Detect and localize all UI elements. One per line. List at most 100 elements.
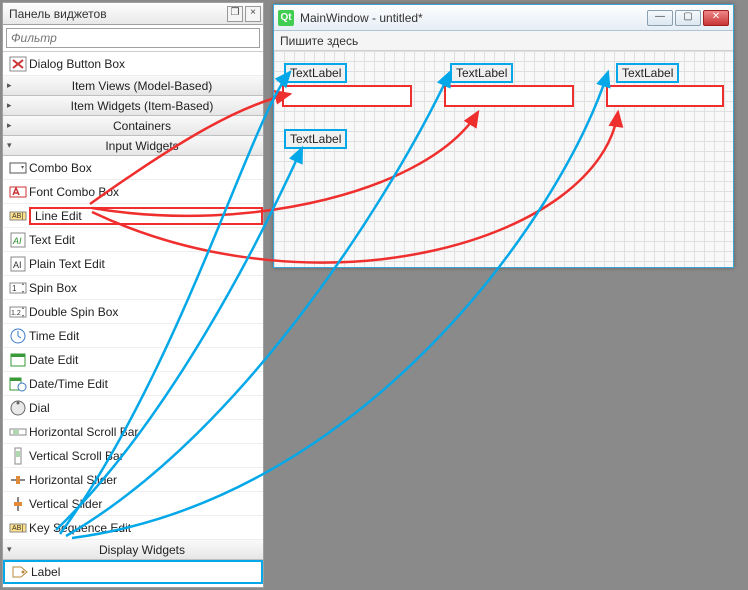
datetime-edit-icon [7,374,29,394]
plain-text-edit-icon: AI [7,254,29,274]
tree-item-label: Label [31,565,261,579]
tree-item-label: Time Edit [29,329,263,343]
chevron-down-icon: ▾ [7,544,21,555]
svg-text:AB|: AB| [12,213,23,220]
lineedit-1[interactable] [282,85,412,107]
tree-item-v-scroll-bar[interactable]: Vertical Scroll Bar [3,444,263,468]
text-browser-icon: AI [7,586,29,588]
qt-app-icon: Qt [278,10,294,26]
tree-item-label: Key Sequence Edit [29,521,263,535]
v-slider-icon [7,494,29,514]
combo-box-icon [7,158,29,178]
header-display-widgets[interactable]: ▾ Display Widgets [3,540,263,560]
tree-item-h-scroll-bar[interactable]: Horizontal Scroll Bar [3,420,263,444]
tree-item-datetime-edit[interactable]: Date/Time Edit [3,372,263,396]
tree-item-label: Date/Time Edit [29,377,263,391]
tree-item-key-sequence-edit[interactable]: AB| Key Sequence Edit [3,516,263,540]
svg-text:AB|: AB| [12,525,23,532]
main-window: Qt MainWindow - untitled* — ▢ ✕ Пишите з… [273,4,734,268]
menubar-hint: Пишите здесь [280,34,358,48]
tree-item-line-edit[interactable]: AB| Line Edit [3,204,263,228]
svg-text:AI: AI [12,236,22,246]
filter-input[interactable] [6,28,260,48]
key-sequence-edit-icon: AB| [7,518,29,538]
close-button[interactable]: ✕ [703,10,729,26]
minimize-button[interactable]: — [647,10,673,26]
tree-item-time-edit[interactable]: Time Edit [3,324,263,348]
tree-item-label: Line Edit [29,207,263,225]
tree-item-label: Vertical Slider [29,497,263,511]
font-combo-box-icon [7,182,29,202]
tree-item-font-combo-box[interactable]: Font Combo Box [3,180,263,204]
text-edit-icon: AI [7,230,29,250]
time-edit-icon [7,326,29,346]
chevron-right-icon: ▸ [7,80,21,91]
tree-item-spin-box[interactable]: 1 Spin Box [3,276,263,300]
tree-item-h-slider[interactable]: Horizontal Slider [3,468,263,492]
h-slider-icon [7,470,29,490]
lineedit-2[interactable] [444,85,574,107]
tree-item-plain-text-edit[interactable]: AI Plain Text Edit [3,252,263,276]
header-label: Item Widgets (Item-Based) [21,99,263,113]
panel-float-button[interactable]: ❐ [227,6,243,22]
window-titlebar: Qt MainWindow - untitled* — ▢ ✕ [274,5,733,31]
svg-text:AI: AI [13,260,22,270]
tree-item-dialog-button-box[interactable]: Dialog Button Box [3,52,263,76]
dialog-button-box-icon [7,54,29,74]
panel-titlebar: Панель виджетов ❐ × [3,3,263,25]
tree-item-label: Horizontal Scroll Bar [29,425,263,439]
tree-item-text-edit[interactable]: AI Text Edit [3,228,263,252]
header-label: Display Widgets [21,543,263,557]
chevron-right-icon: ▸ [7,120,21,131]
panel-close-button[interactable]: × [245,6,261,22]
textlabel-4[interactable]: TextLabel [284,129,347,149]
header-item-widgets[interactable]: ▸ Item Widgets (Item-Based) [3,96,263,116]
tree-item-label: Font Combo Box [29,185,263,199]
header-input-widgets[interactable]: ▾ Input Widgets [3,136,263,156]
menubar-placeholder[interactable]: Пишите здесь [274,31,733,51]
double-spin-box-icon: 1.2 [7,302,29,322]
tree-item-label: Plain Text Edit [29,257,263,271]
tree-item-label: Combo Box [29,161,263,175]
tree-item-label: Double Spin Box [29,305,263,319]
chevron-right-icon: ▸ [7,100,21,111]
tree-item-date-edit[interactable]: Date Edit [3,348,263,372]
tree-item-v-slider[interactable]: Vertical Slider [3,492,263,516]
v-scroll-bar-icon [7,446,29,466]
svg-text:1.2: 1.2 [11,310,21,317]
header-item-views[interactable]: ▸ Item Views (Model-Based) [3,76,263,96]
maximize-button[interactable]: ▢ [675,10,701,26]
tree-item-label: Spin Box [29,281,263,295]
textlabel-1[interactable]: TextLabel [284,63,347,83]
textlabel-2[interactable]: TextLabel [450,63,513,83]
tree-item-double-spin-box[interactable]: 1.2 Double Spin Box [3,300,263,324]
tree-item-label: Dialog Button Box [29,57,263,71]
tree-item-label: Date Edit [29,353,263,367]
tree-item-label: Dial [29,401,263,415]
svg-text:1: 1 [12,284,17,293]
panel-title: Панель виджетов [5,7,225,21]
tree-item-label: Horizontal Slider [29,473,263,487]
tree-item-combo-box[interactable]: Combo Box [3,156,263,180]
central-widget[interactable]: TextLabel TextLabel TextLabel TextLabel [274,51,733,267]
widget-panel: Панель виджетов ❐ × Dialog Button Box ▸ … [2,2,264,588]
widget-tree: Dialog Button Box ▸ Item Views (Model-Ba… [3,51,263,587]
header-label: Containers [21,119,263,133]
header-label: Input Widgets [21,139,263,153]
textlabel-3[interactable]: TextLabel [616,63,679,83]
spin-box-icon: 1 [7,278,29,298]
tree-item-label: Vertical Scroll Bar [29,449,263,463]
header-label: Item Views (Model-Based) [21,79,263,93]
header-containers[interactable]: ▸ Containers [3,116,263,136]
tree-item-dial[interactable]: Dial [3,396,263,420]
line-edit-icon: AB| [7,206,29,226]
tree-item-label-widget[interactable]: Label [3,560,263,584]
date-edit-icon [7,350,29,370]
chevron-down-icon: ▾ [7,140,21,151]
lineedit-3[interactable] [606,85,724,107]
tree-item-label: Text Edit [29,233,263,247]
window-title: MainWindow - untitled* [300,11,645,25]
label-icon [9,562,31,582]
tree-item-text-browser[interactable]: AI Text Browser [3,584,263,587]
dial-icon [7,398,29,418]
